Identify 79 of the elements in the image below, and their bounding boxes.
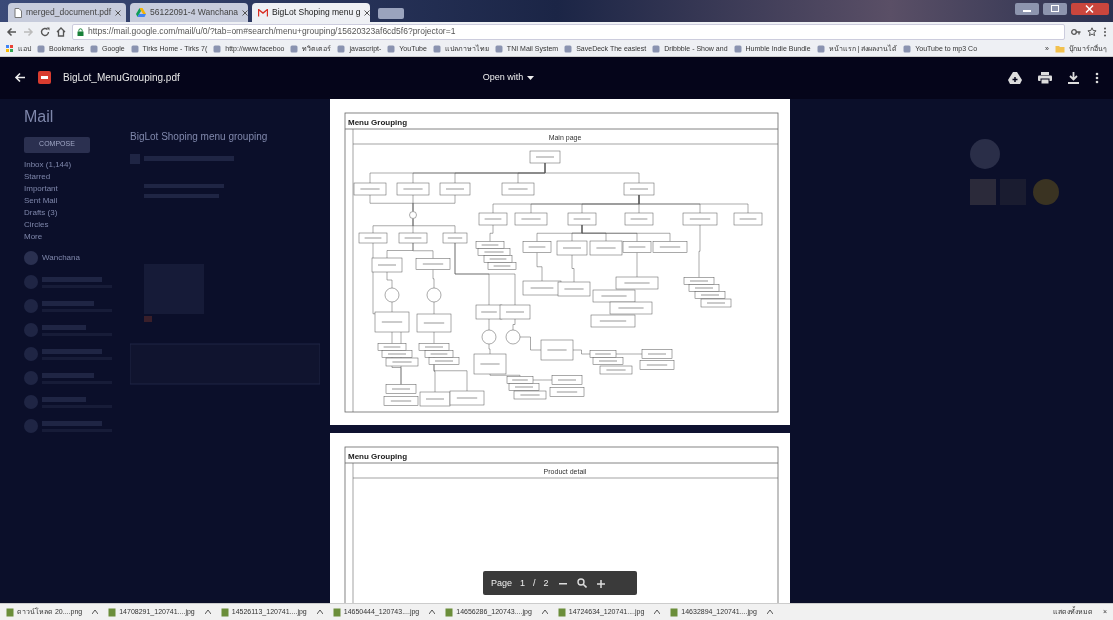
favicon-icon [432,45,441,53]
folder-link[interactable]: Important [24,182,122,195]
browser-tab[interactable]: BigLot Shoping menu g [252,3,370,22]
page-separator: / [533,576,536,590]
apps-grid-icon [6,45,14,53]
favicon-icon [733,45,742,53]
caret-icon[interactable] [204,610,211,615]
diagram-title: Menu Grouping [348,451,408,461]
download-icon[interactable] [1068,72,1079,84]
minimize-icon[interactable] [1015,3,1039,15]
favicon-icon [564,45,573,53]
avatar-icon [970,138,1000,169]
close-icon[interactable] [1071,3,1109,15]
folder-link[interactable]: Starred [24,170,122,183]
favicon-icon [494,45,503,53]
favicon-icon [337,45,346,53]
browser-tab[interactable]: merged_document.pdf [8,3,126,22]
avatar-icon [24,250,38,265]
favicon-icon [387,45,396,53]
mail-menu-title[interactable]: Mail [24,104,122,129]
document-icon [14,7,22,18]
email-subject: BigLot Shoping menu grouping [130,129,269,144]
page-number: 1 [520,576,526,590]
open-with-button[interactable]: Open with [476,70,541,86]
mail-logo-icon [258,8,268,17]
more-menu-icon[interactable] [1095,72,1099,84]
maximize-icon[interactable] [1043,3,1067,15]
folder-link[interactable]: More [24,230,122,243]
back-arrow-icon[interactable] [6,26,17,37]
triangle-logo-icon [136,8,146,17]
favicon-icon [290,45,299,53]
page-label: Page [491,576,513,590]
folder-link[interactable]: Drafts (3) [24,206,122,219]
drive-add-icon[interactable] [1008,72,1022,84]
print-icon[interactable] [1038,72,1052,84]
caret-icon [527,76,535,80]
caret-icon[interactable] [654,610,661,615]
contact-name[interactable]: Wanchana [42,251,80,264]
file-icon [332,607,341,617]
file-icon [220,607,229,617]
favicon-icon [903,45,912,53]
caret-icon[interactable] [429,610,436,615]
file-icon [6,607,14,617]
file-icon [108,607,117,617]
favicon-icon [652,45,661,53]
browser-tab[interactable]: 56122091-4 Wanchana [130,3,248,22]
star-icon[interactable] [1087,26,1097,37]
caret-icon[interactable] [541,610,548,615]
key-icon[interactable] [1071,27,1081,36]
reload-icon[interactable] [40,26,50,37]
favicon-icon [37,45,45,53]
menu-icon[interactable] [1103,26,1107,37]
folder-link[interactable]: Inbox (1,144) [24,158,122,171]
close-icon[interactable] [242,9,249,16]
favicon-icon [90,45,98,53]
page-total: 2 [543,576,549,590]
home-icon[interactable] [56,26,66,37]
folder-link[interactable]: Circles [24,218,122,231]
file-icon [557,607,566,617]
favicon-icon [130,45,139,53]
close-icon[interactable] [115,9,122,16]
favicon-icon [213,45,222,53]
caret-icon[interactable] [316,610,323,615]
minus-icon [558,583,567,586]
caret-icon[interactable] [766,610,773,615]
diagram-title: Menu Grouping [348,117,408,127]
file-icon [670,607,679,617]
close-icon[interactable] [364,9,371,16]
address-field[interactable]: https://mail.google.com/mail/u/0/?tab=om#search/menu+grouping/15620323af6cd5f6?projector=1 [72,23,1065,40]
lock-icon [77,27,84,36]
favicon-icon [816,45,825,53]
folder-link[interactable]: Sent Mail [24,194,122,207]
search-icon[interactable] [576,578,587,589]
file-name: BigLot_MenuGrouping.pdf [63,71,180,86]
pdf-file-icon [38,71,51,85]
plus-icon [596,580,605,589]
caret-icon[interactable] [92,610,99,615]
folder-icon [1055,45,1065,53]
file-icon [445,607,454,617]
